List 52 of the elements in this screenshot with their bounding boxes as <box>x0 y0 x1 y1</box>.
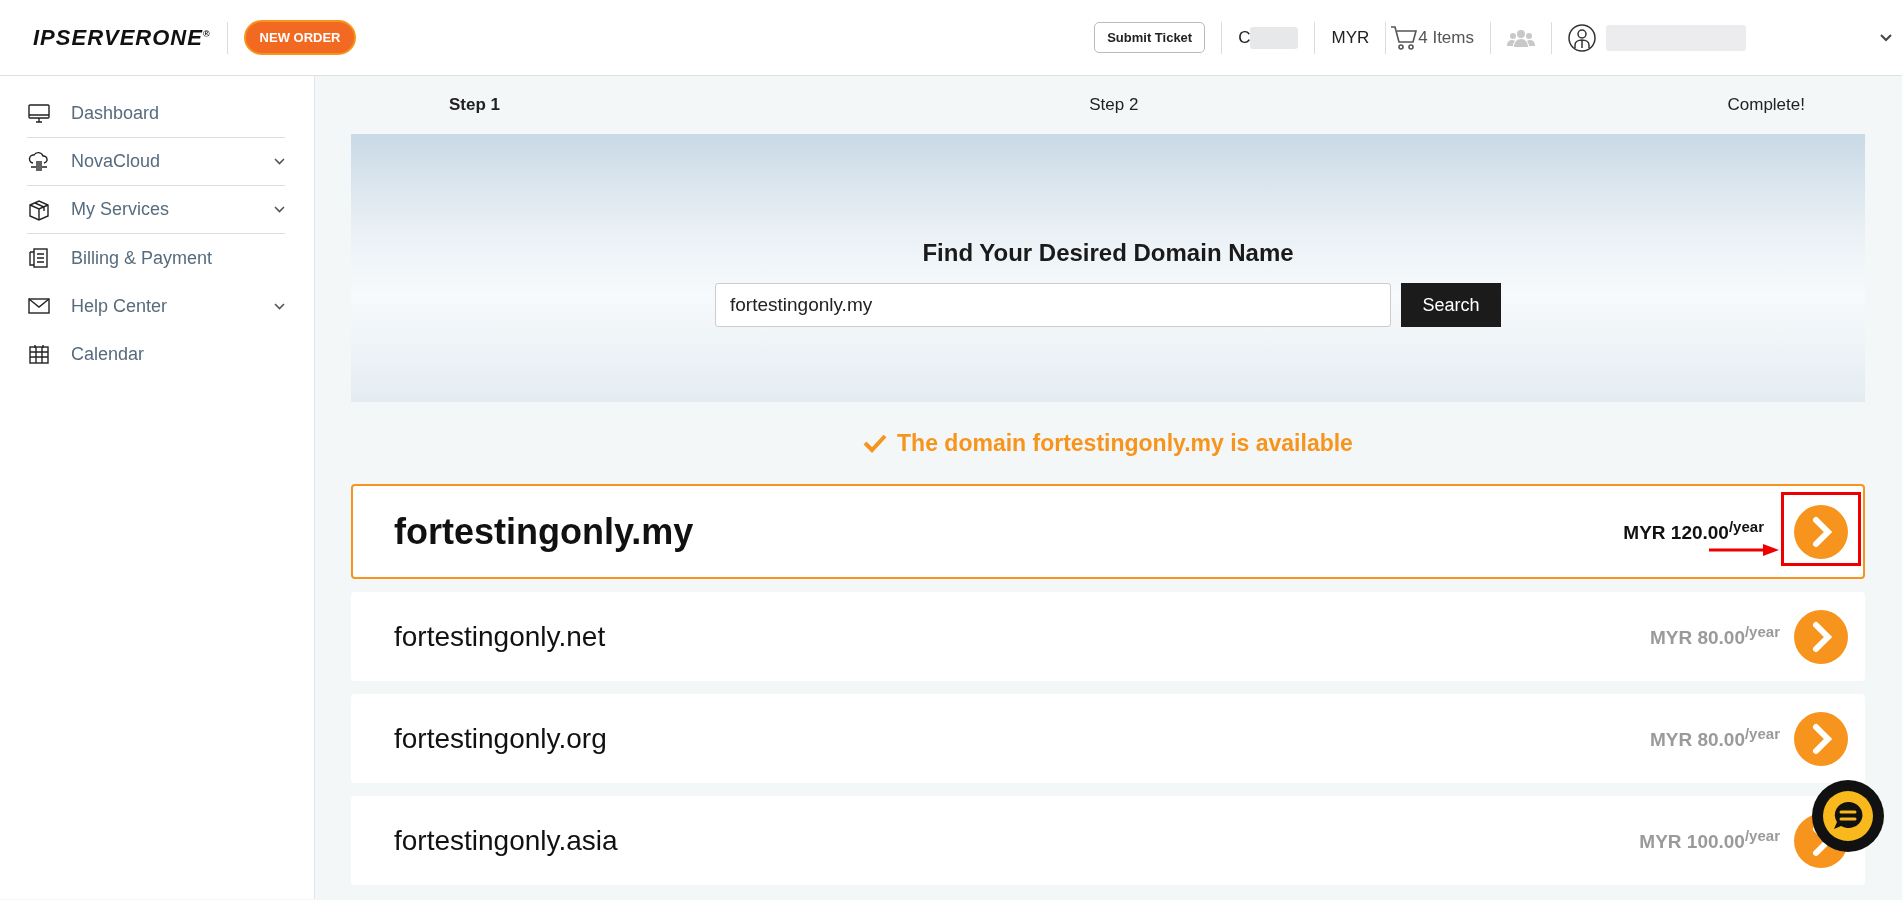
user-avatar-icon[interactable] <box>1568 23 1596 52</box>
cart-icon[interactable] <box>1390 24 1419 51</box>
monitor-icon <box>27 102 51 125</box>
domain-price: MYR 100.00$^{/year}$ <box>1639 827 1780 854</box>
annotation-arrow <box>1709 544 1779 556</box>
domain-result-row[interactable]: fortestingonly.net MYR 80.00$^{/year}$ <box>351 592 1865 681</box>
cloud-icon <box>27 150 51 173</box>
domain-result-row[interactable]: fortestingonly.asia MYR 100.00$^{/year}$ <box>351 796 1865 885</box>
invoice-icon <box>27 247 51 269</box>
sidebar-item-label: Billing & Payment <box>71 247 214 269</box>
cart-count[interactable]: 4 Items <box>1418 27 1474 48</box>
search-button[interactable]: Search <box>1401 283 1501 327</box>
chevron-down-icon[interactable] <box>1880 33 1892 42</box>
sidebar-item-label: Calendar <box>71 343 146 365</box>
domain-search-field[interactable]: fortestingonly.my <box>715 283 1391 327</box>
submit-ticket-button[interactable]: Submit Ticket <box>1094 22 1206 53</box>
sidebar-item[interactable]: My Services <box>27 186 285 234</box>
sidebar-item-label: Dashboard <box>71 103 161 124</box>
chevron-down-icon <box>274 158 285 165</box>
currency-selector[interactable]: MYR <box>1331 27 1370 48</box>
account-initial[interactable]: C <box>1238 27 1251 48</box>
step-label: Complete! <box>1727 95 1805 115</box>
sidebar-item-label: My Services <box>71 199 170 220</box>
box-icon <box>27 198 51 221</box>
sidebar-item-label: Help Center <box>71 295 169 317</box>
domain-name: fortestingonly.asia <box>394 824 619 857</box>
mail-icon <box>27 295 51 317</box>
availability-message: The domain fortestingonly.my is available <box>897 429 1353 457</box>
sidebar-item[interactable]: NovaCloud <box>27 138 285 186</box>
domain-result-row[interactable]: fortestingonly.my MYR 120.00$^{/year}$ <box>351 484 1865 579</box>
domain-name: fortestingonly.net <box>394 620 607 653</box>
domain-price: MYR 80.00$^{/year}$ <box>1649 725 1780 752</box>
check-icon <box>863 433 888 453</box>
sidebar-item[interactable]: Help Center <box>27 282 285 330</box>
redaction-block <box>1250 26 1299 49</box>
calendar-icon <box>27 343 51 365</box>
sidebar-item[interactable]: Dashboard <box>27 90 285 138</box>
step-label: Step 2 <box>1089 95 1139 115</box>
sidebar-item[interactable]: Calendar <box>27 330 285 378</box>
chevron-down-icon <box>274 302 285 310</box>
domain-price: MYR 80.00$^{/year}$ <box>1649 623 1780 650</box>
chevron-down-icon <box>274 206 285 213</box>
sidebar-item[interactable]: Billing & Payment <box>27 234 285 282</box>
domain-name: fortestingonly.my <box>394 510 695 553</box>
domain-result-row[interactable]: fortestingonly.org MYR 80.00$^{/year}$ <box>351 694 1865 783</box>
step-label: Step 1 <box>449 95 501 115</box>
domain-name: fortestingonly.org <box>394 722 608 755</box>
sidebar-item-label: NovaCloud <box>71 151 162 172</box>
search-title: Find Your Desired Domain Name <box>922 239 1294 267</box>
logo[interactable]: IPSERVERONE$^{®}$ <box>33 24 211 51</box>
domain-price: MYR 120.00$^{/year}$ <box>1623 518 1764 545</box>
chat-button[interactable] <box>1812 780 1884 852</box>
